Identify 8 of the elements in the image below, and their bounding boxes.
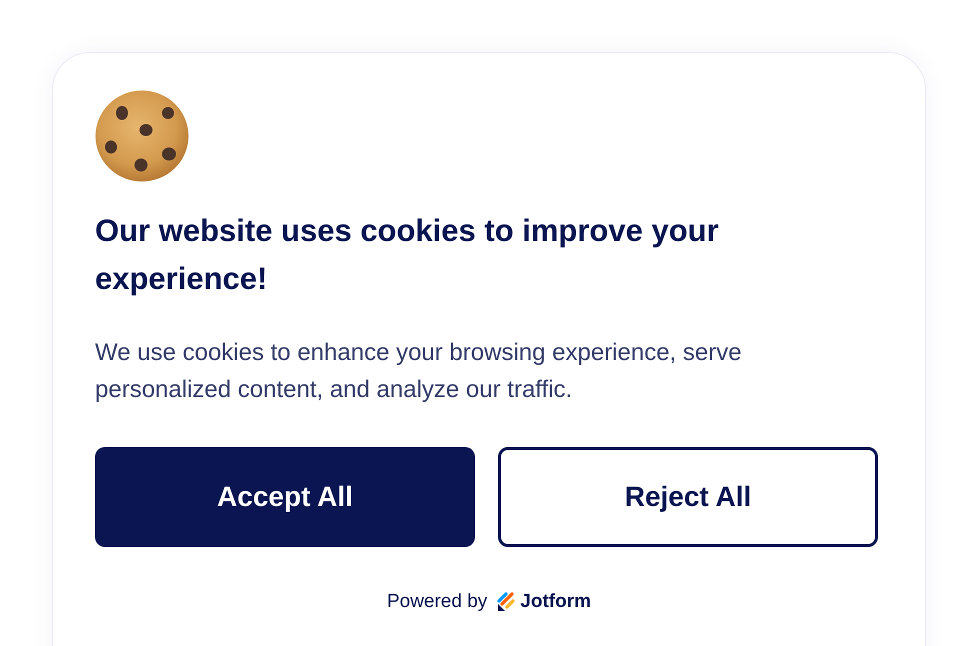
brand-name: Jotform	[520, 590, 592, 614]
accept-button[interactable]: Accept All	[95, 447, 475, 547]
banner-heading: Our website uses cookies to improve your experience!	[95, 212, 720, 298]
powered-by-text: Powered by	[386, 590, 488, 614]
brand-logo-icon	[497, 592, 516, 612]
reject-button[interactable]: Reject All	[498, 447, 878, 547]
cookie-icon	[95, 90, 189, 182]
banner-description: We use cookies to enhance your browsing experience, serve personalized content, and analyze our traffic.	[95, 338, 743, 405]
